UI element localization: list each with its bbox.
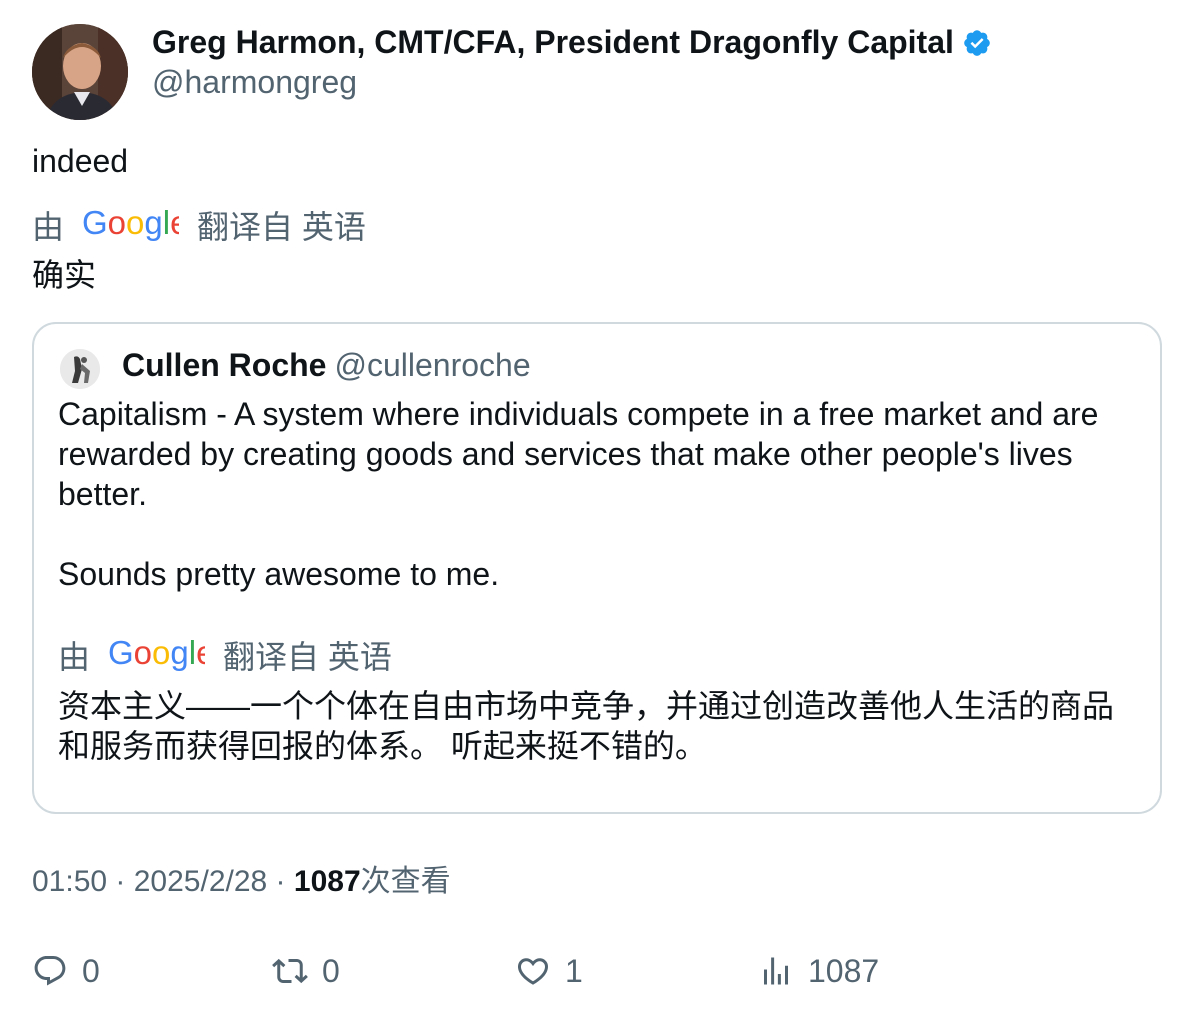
heart-icon (517, 958, 549, 985)
views-button[interactable]: 1087 (758, 949, 879, 993)
translated-text: 确实 (32, 257, 97, 293)
meta-separator: · (267, 865, 294, 898)
author-handle[interactable]: @harmongreg (152, 62, 357, 102)
like-count: 1 (565, 952, 583, 989)
analytics-bar-icon (764, 957, 788, 985)
verified-badge-icon (964, 30, 990, 56)
avatar-photo (32, 24, 128, 120)
reply-button[interactable]: 0 (32, 949, 100, 993)
author-name-text[interactable]: Greg Harmon, CMT/CFA, President Dragonfl… (152, 24, 954, 60)
like-button[interactable]: 1 (515, 949, 583, 993)
tweet-time[interactable]: 01:50 (32, 865, 107, 898)
author-avatar[interactable] (32, 24, 128, 120)
translation-prefix: 由 (32, 209, 65, 245)
quoted-translation-prefix: 由 (58, 639, 91, 675)
quoted-author-handle[interactable]: @cullenroche (334, 347, 530, 383)
view-label: 次查看 (360, 865, 451, 898)
retweet-icon (272, 958, 308, 984)
translation-suffix: 翻译自 英语 (197, 209, 366, 245)
retweet-count: 0 (322, 952, 340, 989)
views-action-count: 1087 (808, 952, 880, 989)
quoted-author[interactable]: Cullen Roche @cullenroche (122, 345, 531, 385)
tweet-meta: 01:50 · 2025/2/28 · 1087次查看 (32, 862, 451, 902)
google-logo-icon: Google (82, 204, 188, 251)
quoted-avatar[interactable] (60, 349, 100, 389)
reply-count: 0 (82, 952, 100, 989)
svg-text:Google: Google (82, 208, 179, 241)
google-logo-icon: Google (108, 634, 214, 681)
tweet-text: indeed (32, 143, 129, 179)
author-name[interactable]: Greg Harmon, CMT/CFA, President Dragonfl… (152, 22, 992, 62)
retweet-button[interactable]: 0 (272, 949, 340, 993)
quoted-translation-suffix: 翻译自 英语 (223, 639, 392, 675)
svg-text:Google: Google (108, 638, 205, 671)
quoted-translation-attribution[interactable]: 由 Google 翻译自 英语 (58, 634, 392, 681)
quoted-author-name[interactable]: Cullen Roche (122, 347, 326, 383)
translation-attribution[interactable]: 由 Google 翻译自 英语 (32, 204, 366, 251)
quoted-tweet[interactable]: Cullen Roche @cullenroche Capitalism - A … (32, 322, 1162, 814)
meta-separator: · (107, 865, 134, 898)
quoted-avatar-photo (60, 349, 100, 389)
quoted-translated-text: 资本主义——一个个体在自由市场中竞争，并通过创造改善他人生活的商品和服务而获得回… (58, 688, 1115, 764)
tweet-date[interactable]: 2025/2/28 (134, 865, 267, 898)
quoted-text: Capitalism - A system where individuals … (58, 396, 1099, 592)
reply-icon (34, 956, 66, 986)
view-count: 1087 (293, 865, 361, 898)
